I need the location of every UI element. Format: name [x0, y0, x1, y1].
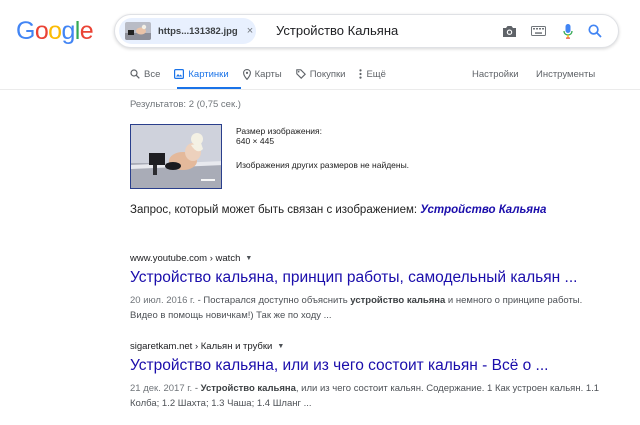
result-snippet: 21 дек. 2017 г. - Устройство кальяна, ил…: [130, 381, 600, 411]
result-date: 20 июл. 2016 г.: [130, 295, 195, 306]
related-query-prefix: Запрос, который может быть связан с изоб…: [130, 204, 418, 216]
logo-letter: e: [79, 17, 94, 45]
snippet-text: - Постарался доступно объяснить: [194, 295, 351, 306]
snippet-highlight: устройство кальяна: [350, 295, 446, 306]
tab-images[interactable]: Картинки: [174, 64, 229, 84]
camera-icon[interactable]: [499, 21, 519, 41]
image-query-filename: https...131382.jpg: [158, 25, 238, 37]
keyboard-icon[interactable]: [528, 21, 548, 41]
result-url: sigaretkam.net › Кальян и трубки ▼: [130, 341, 600, 352]
result-url: www.youtube.com › watch ▼: [130, 253, 600, 264]
remove-image-icon[interactable]: ×: [247, 25, 253, 37]
result-cite: sigaretkam.net › Кальян и трубки: [130, 341, 273, 352]
logo-letter: o: [48, 17, 62, 45]
map-pin-icon: [242, 68, 251, 80]
result-menu-arrow-icon[interactable]: ▼: [245, 255, 252, 262]
more-vertical-icon: [359, 69, 363, 79]
image-icon: [174, 69, 185, 79]
tab-label: Все: [144, 68, 161, 80]
result-title-link[interactable]: Устройство кальяна, или из чего состоит …: [130, 357, 600, 375]
logo-letter: g: [61, 17, 75, 45]
tab-shopping[interactable]: Покупки: [295, 64, 346, 84]
result-date: 21 дек. 2017 г.: [130, 383, 193, 394]
search-icon[interactable]: [585, 21, 605, 41]
search-tabs: Все Картинки Карты Покупки Ещё: [130, 64, 400, 84]
search-result: www.youtube.com › watch ▼ Устройство кал…: [130, 253, 600, 323]
snippet-text: -: [192, 383, 201, 394]
tab-label: Карты: [254, 68, 282, 80]
tag-icon: [295, 69, 306, 79]
settings-link[interactable]: Настройки: [472, 64, 519, 84]
search-result: sigaretkam.net › Кальян и трубки ▼ Устро…: [130, 341, 600, 411]
image-size-value: 640 × 445: [236, 136, 275, 146]
microphone-icon[interactable]: [558, 21, 578, 41]
google-logo[interactable]: Google: [16, 17, 94, 45]
search-icon: [130, 69, 140, 79]
logo-letter: G: [16, 17, 35, 45]
tab-label: Картинки: [188, 68, 229, 80]
logo-letter: o: [34, 17, 49, 45]
tab-label: Ещё: [366, 68, 386, 80]
tab-more[interactable]: Ещё: [359, 64, 386, 84]
tab-all[interactable]: Все: [130, 64, 160, 84]
image-size-label: Размер изображения:: [236, 126, 322, 136]
result-stats: Результатов: 2 (0,75 сек.): [130, 99, 241, 110]
result-snippet: 20 июл. 2016 г. - Постарался доступно об…: [130, 293, 600, 323]
image-query-thumbnail: [125, 22, 151, 40]
query-image-thumbnail[interactable]: [130, 124, 222, 189]
tabs-divider: [0, 89, 640, 90]
result-cite: www.youtube.com › watch: [130, 253, 241, 264]
no-other-sizes-text: Изображения других размеров не найдены.: [236, 160, 410, 170]
tab-label: Покупки: [309, 68, 346, 80]
related-query: Запрос, который может быть связан с изоб…: [130, 204, 546, 216]
tab-maps[interactable]: Карты: [242, 64, 282, 84]
result-menu-arrow-icon[interactable]: ▼: [277, 343, 284, 350]
related-query-link[interactable]: Устройство Кальяна: [420, 204, 546, 216]
snippet-highlight: Устройство кальяна: [200, 383, 296, 394]
search-query[interactable]: Устройство Кальяна: [276, 23, 398, 38]
result-title-link[interactable]: Устройство кальяна, принцип работы, само…: [130, 269, 600, 287]
tools-link[interactable]: Инструменты: [536, 64, 595, 84]
image-query-chip[interactable]: https...131382.jpg ×: [119, 18, 256, 44]
search-box[interactable]: https...131382.jpg × Устройство Кальяна: [114, 14, 619, 48]
